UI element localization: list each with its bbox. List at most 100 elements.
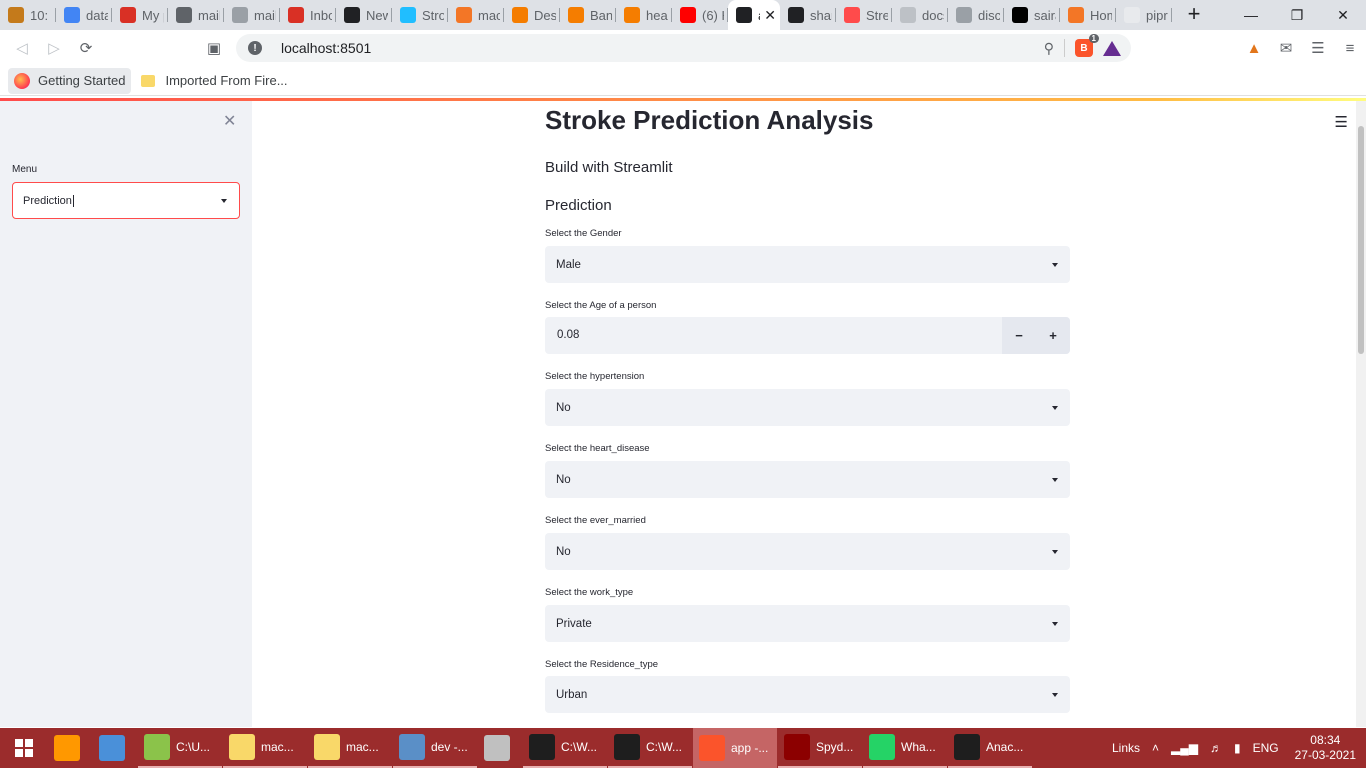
browser-tab[interactable]: disc: [948, 0, 1004, 30]
taskbar-app-label: mac...: [346, 740, 379, 754]
close-sidebar-icon[interactable]: ✕: [223, 111, 236, 131]
taskbar-app[interactable]: [478, 728, 522, 768]
bookmark-imported-folder[interactable]: Imported From Fire...: [135, 68, 293, 94]
taskbar-app[interactable]: mac...: [223, 728, 307, 768]
browser-tab[interactable]: data: [56, 0, 112, 30]
browser-tab[interactable]: docs: [892, 0, 948, 30]
bookmark-icon[interactable]: ▣: [198, 32, 230, 64]
bookmarks-bar: Getting Started Imported From Fire...: [0, 66, 1366, 96]
browser-tab[interactable]: (6) H: [672, 0, 728, 30]
taskbar-app[interactable]: mac...: [308, 728, 392, 768]
browser-tab[interactable]: New: [336, 0, 392, 30]
browser-tab[interactable]: saira: [1004, 0, 1060, 30]
network-icon[interactable]: ▂▄▆: [1165, 741, 1204, 755]
language-indicator[interactable]: ENG: [1247, 741, 1285, 755]
work-type-select[interactable]: Private: [545, 605, 1070, 642]
taskbar-app[interactable]: [48, 728, 92, 768]
show-hidden-icons-icon[interactable]: ˄: [1146, 741, 1165, 755]
browser-tab[interactable]: heal: [616, 0, 672, 30]
taskbar-app-label: mac...: [261, 740, 294, 754]
links-toolbar[interactable]: Links: [1106, 741, 1146, 755]
brave-shields-icon[interactable]: B1: [1075, 34, 1099, 57]
browser-tab[interactable]: Hom: [1060, 0, 1116, 30]
tab-title: pipr: [1146, 7, 1168, 23]
browser-tab[interactable]: Stro: [392, 0, 448, 30]
text-cursor: [72, 194, 74, 207]
browser-tab[interactable]: Strea: [836, 0, 892, 30]
clock[interactable]: 08:34 27-03-2021: [1285, 733, 1366, 763]
battery-icon[interactable]: ▮: [1228, 741, 1247, 755]
hamburger-menu-icon[interactable]: ☰: [1335, 113, 1348, 131]
hypertension-select[interactable]: No: [545, 389, 1070, 426]
playlist-icon[interactable]: ☰: [1302, 32, 1334, 64]
menu-select[interactable]: Prediction: [12, 182, 240, 219]
age-value[interactable]: 0.08: [557, 329, 579, 341]
blogger-icon: [568, 7, 584, 23]
gender-select[interactable]: Male: [545, 246, 1070, 283]
tab-title: docs: [922, 7, 944, 23]
new-tab-button[interactable]: +: [1180, 3, 1208, 27]
window-controls: — ❐ ✕: [1228, 0, 1366, 30]
browser-tab[interactable]: 10: D: [0, 0, 56, 30]
taskbar-app[interactable]: Wha...: [863, 728, 947, 768]
start-button[interactable]: [0, 728, 48, 768]
taskbar-app[interactable]: C:\U...: [138, 728, 222, 768]
brave-rewards-icon[interactable]: [1103, 40, 1121, 56]
site-info-icon[interactable]: !: [248, 41, 262, 55]
browser-tab[interactable]: Inbo: [280, 0, 336, 30]
gmail-icon: [120, 7, 136, 23]
ever-married-select[interactable]: No: [545, 533, 1070, 570]
youtube-icon: [680, 7, 696, 23]
decrement-button[interactable]: −: [1002, 317, 1036, 354]
browser-tab[interactable]: a✕: [728, 0, 780, 30]
taskbar-app[interactable]: C:\W...: [608, 728, 692, 768]
reload-icon[interactable]: ⟳: [70, 32, 102, 64]
age-number-input[interactable]: 0.08 − +: [545, 317, 1070, 354]
volume-icon[interactable]: ♬: [1204, 741, 1228, 755]
browser-tab[interactable]: Desi: [504, 0, 560, 30]
notepadpp-icon: [144, 734, 170, 760]
browser-tab[interactable]: mac: [448, 0, 504, 30]
tab-title: Desi: [534, 7, 556, 23]
taskbar-app[interactable]: app -...: [693, 728, 777, 768]
folder-icon: [229, 734, 255, 760]
browser-tab[interactable]: mail: [168, 0, 224, 30]
residence-type-select[interactable]: Urban: [545, 676, 1070, 713]
tab-separator: [1171, 8, 1172, 22]
taskbar-app[interactable]: Anac...: [948, 728, 1032, 768]
bookmark-getting-started[interactable]: Getting Started: [8, 67, 132, 94]
tab-title: Strea: [866, 7, 888, 23]
browser-tab[interactable]: pipr: [1116, 0, 1172, 30]
cmd-icon: [954, 734, 980, 760]
taskbar-app[interactable]: Spyd...: [778, 728, 862, 768]
extensions-puzzle-icon[interactable]: ✉: [1270, 32, 1302, 64]
taskbar-app-label: Wha...: [901, 740, 936, 754]
back-icon[interactable]: ◁: [6, 32, 38, 64]
menu-icon[interactable]: ≡: [1334, 32, 1366, 64]
increment-button[interactable]: +: [1036, 317, 1070, 354]
scrollbar-thumb[interactable]: [1358, 126, 1364, 354]
tab-title: New: [366, 7, 388, 23]
gmail-icon: [232, 7, 248, 23]
tab-title: data: [86, 7, 108, 23]
taskbar-app[interactable]: C:\W...: [523, 728, 607, 768]
browser-tab[interactable]: My p: [112, 0, 168, 30]
close-window-icon[interactable]: ✕: [1320, 0, 1366, 30]
address-bar[interactable]: ! localhost:8501 ⚲ B1: [236, 34, 1131, 62]
tab-title: My p: [142, 7, 164, 23]
close-tab-icon[interactable]: ✕: [764, 7, 776, 24]
browser-tab[interactable]: shar: [780, 0, 836, 30]
maximize-icon[interactable]: ❐: [1274, 0, 1320, 30]
folder-icon: [314, 734, 340, 760]
minimize-icon[interactable]: —: [1228, 0, 1274, 30]
metamask-icon[interactable]: ▲: [1238, 32, 1270, 64]
extensions-area: ▲ ✉ ☰ ≡: [1238, 30, 1366, 66]
forward-icon[interactable]: ▷: [38, 32, 70, 64]
taskbar-app[interactable]: [93, 728, 137, 768]
browser-tab[interactable]: mail: [224, 0, 280, 30]
zoom-icon[interactable]: ⚲: [1044, 40, 1054, 57]
heart-disease-select[interactable]: No: [545, 461, 1070, 498]
taskbar-app[interactable]: dev -...: [393, 728, 477, 768]
page-scrollbar[interactable]: [1356, 101, 1366, 727]
browser-tab[interactable]: Bank: [560, 0, 616, 30]
